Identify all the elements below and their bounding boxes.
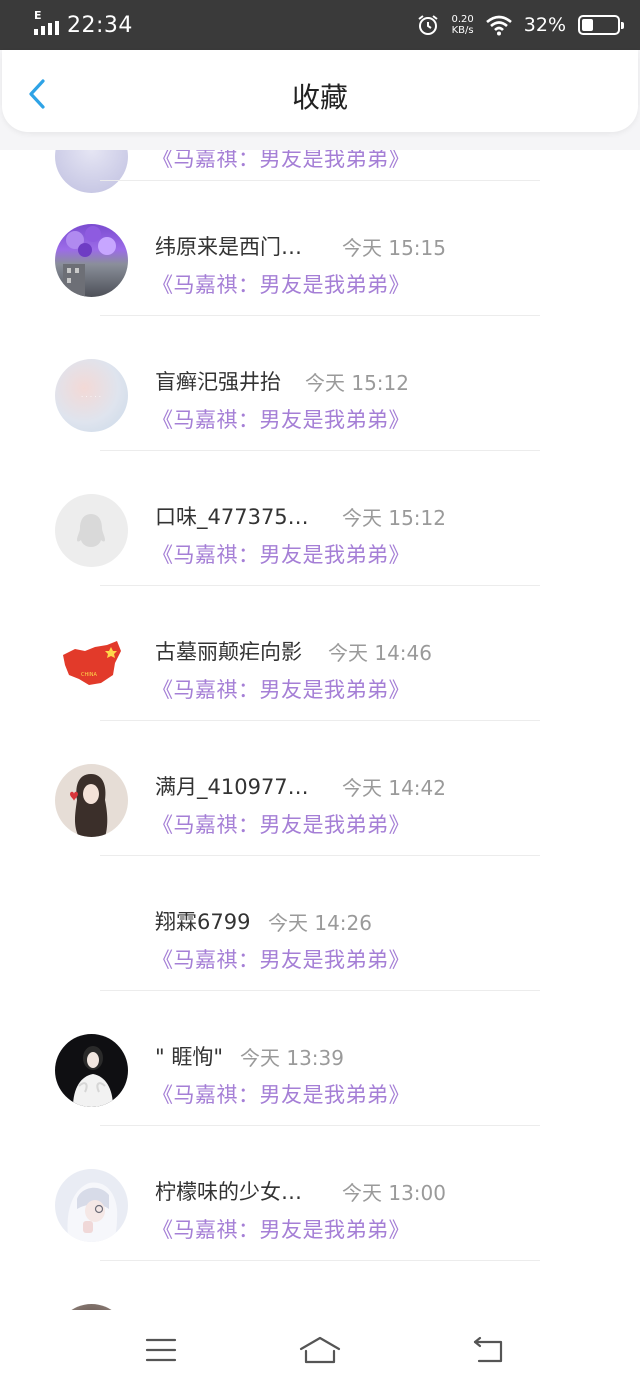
- avatar[interactable]: CHINA: [55, 629, 128, 702]
- avatar[interactable]: · · · · ·: [55, 359, 128, 432]
- divider: [100, 180, 540, 181]
- svg-text:CHINA: CHINA: [81, 672, 97, 678]
- system-nav-bar: [0, 1310, 640, 1387]
- novel-title[interactable]: 《马嘉祺：男友是我弟弟》: [152, 269, 410, 299]
- divider: [100, 720, 540, 721]
- novel-title[interactable]: 《马嘉祺：男友是我弟弟》: [152, 539, 410, 569]
- novel-title[interactable]: 《马嘉祺：男友是我弟弟》: [152, 944, 410, 974]
- novel-title[interactable]: 《马嘉祺：男友是我弟弟》: [152, 150, 410, 173]
- user-name[interactable]: 古墓丽颠疟向影: [155, 636, 302, 666]
- avatar[interactable]: [55, 224, 128, 297]
- return-button[interactable]: [468, 1334, 508, 1366]
- avatar[interactable]: [55, 150, 128, 193]
- list-item[interactable]: · · · · · 盲癣汜强井抬 今天 15:12 《马嘉祺：男友是我弟弟》: [0, 333, 640, 468]
- avatar[interactable]: [55, 494, 128, 567]
- alarm-icon: [417, 15, 438, 35]
- wifi-icon: [485, 15, 512, 36]
- network-speed: 0.20 KB/s: [452, 14, 474, 36]
- battery-percent: 32%: [523, 14, 566, 36]
- menu-icon: [145, 1338, 177, 1362]
- novel-title[interactable]: 《马嘉祺：男友是我弟弟》: [152, 1214, 410, 1244]
- user-name[interactable]: 满月_410977…: [155, 771, 309, 801]
- avatar[interactable]: [55, 1169, 128, 1242]
- timestamp: 今天 14:42: [342, 776, 446, 800]
- home-button[interactable]: [298, 1334, 342, 1366]
- novel-title[interactable]: 《马嘉祺：男友是我弟弟》: [152, 809, 410, 839]
- list-item[interactable]: [0, 1278, 640, 1310]
- divider: [100, 585, 540, 586]
- user-name[interactable]: 口味_477375…: [155, 501, 309, 531]
- home-icon: [299, 1336, 341, 1364]
- user-name[interactable]: 翔霖6799: [155, 906, 250, 936]
- signal-icon: E: [34, 9, 59, 35]
- list-item[interactable]: " 睚恂" 今天 13:39 《马嘉祺：男友是我弟弟》: [0, 1008, 640, 1143]
- timestamp: 今天 13:00: [342, 1181, 446, 1205]
- page-title: 收藏: [291, 81, 348, 114]
- timestamp: 今天 13:39: [240, 1046, 344, 1070]
- avatar[interactable]: [55, 764, 128, 837]
- novel-title[interactable]: 《马嘉祺：男友是我弟弟》: [152, 404, 410, 434]
- penguin-icon: [77, 514, 105, 547]
- user-name[interactable]: " 睚恂": [155, 1041, 223, 1071]
- china-map-icon: CHINA: [63, 641, 121, 685]
- divider: [100, 450, 540, 451]
- user-name[interactable]: 盲癣汜强井抬: [155, 366, 281, 396]
- battery-icon: [578, 15, 624, 35]
- header-card: 收藏: [2, 50, 638, 132]
- user-name[interactable]: 纬原来是西门…: [155, 231, 302, 261]
- list-item[interactable]: 满月_410977… 今天 14:42 《马嘉祺：男友是我弟弟》: [0, 738, 640, 873]
- svg-text:· · · · ·: · · · · ·: [81, 393, 101, 401]
- header: 收藏: [0, 50, 640, 150]
- divider: [100, 1125, 540, 1126]
- list-item[interactable]: CHINA 古墓丽颠疟向影 今天 14:46 《马嘉祺：男友是我弟弟》: [0, 603, 640, 738]
- avatar[interactable]: [55, 1034, 128, 1107]
- user-name[interactable]: 柠檬味的少女…: [155, 1176, 302, 1206]
- timestamp: 今天 14:26: [268, 911, 372, 935]
- timestamp: 今天 15:15: [342, 236, 446, 260]
- status-bar: E 22:34 0.20 KB/s 32%: [0, 0, 640, 50]
- timestamp: 今天 15:12: [342, 506, 446, 530]
- favorites-list: 《马嘉祺：男友是我弟弟》 纬原来是西门… 今天 15:15 《马嘉祺：男友是我弟…: [0, 150, 640, 1310]
- speed-value: 0.20: [451, 14, 474, 25]
- list-item[interactable]: 纬原来是西门… 今天 15:15 《马嘉祺：男友是我弟弟》: [0, 198, 640, 333]
- return-icon: [473, 1336, 503, 1363]
- list-item[interactable]: 翔霖6799 今天 14:26 《马嘉祺：男友是我弟弟》: [0, 873, 640, 1008]
- network-type: E: [34, 9, 42, 22]
- menu-button[interactable]: [141, 1334, 181, 1366]
- novel-title[interactable]: 《马嘉祺：男友是我弟弟》: [152, 1079, 410, 1109]
- list-item[interactable]: 口味_477375… 今天 15:12 《马嘉祺：男友是我弟弟》: [0, 468, 640, 603]
- divider: [100, 315, 540, 316]
- divider: [100, 990, 540, 991]
- timestamp: 今天 15:12: [305, 371, 409, 395]
- novel-title[interactable]: 《马嘉祺：男友是我弟弟》: [152, 674, 410, 704]
- list-item[interactable]: 柠檬味的少女… 今天 13:00 《马嘉祺：男友是我弟弟》: [0, 1143, 640, 1278]
- clock: 22:34: [67, 12, 133, 38]
- divider: [100, 855, 540, 856]
- timestamp: 今天 14:46: [328, 641, 432, 665]
- divider: [100, 1260, 540, 1261]
- speed-unit: KB/s: [451, 25, 474, 36]
